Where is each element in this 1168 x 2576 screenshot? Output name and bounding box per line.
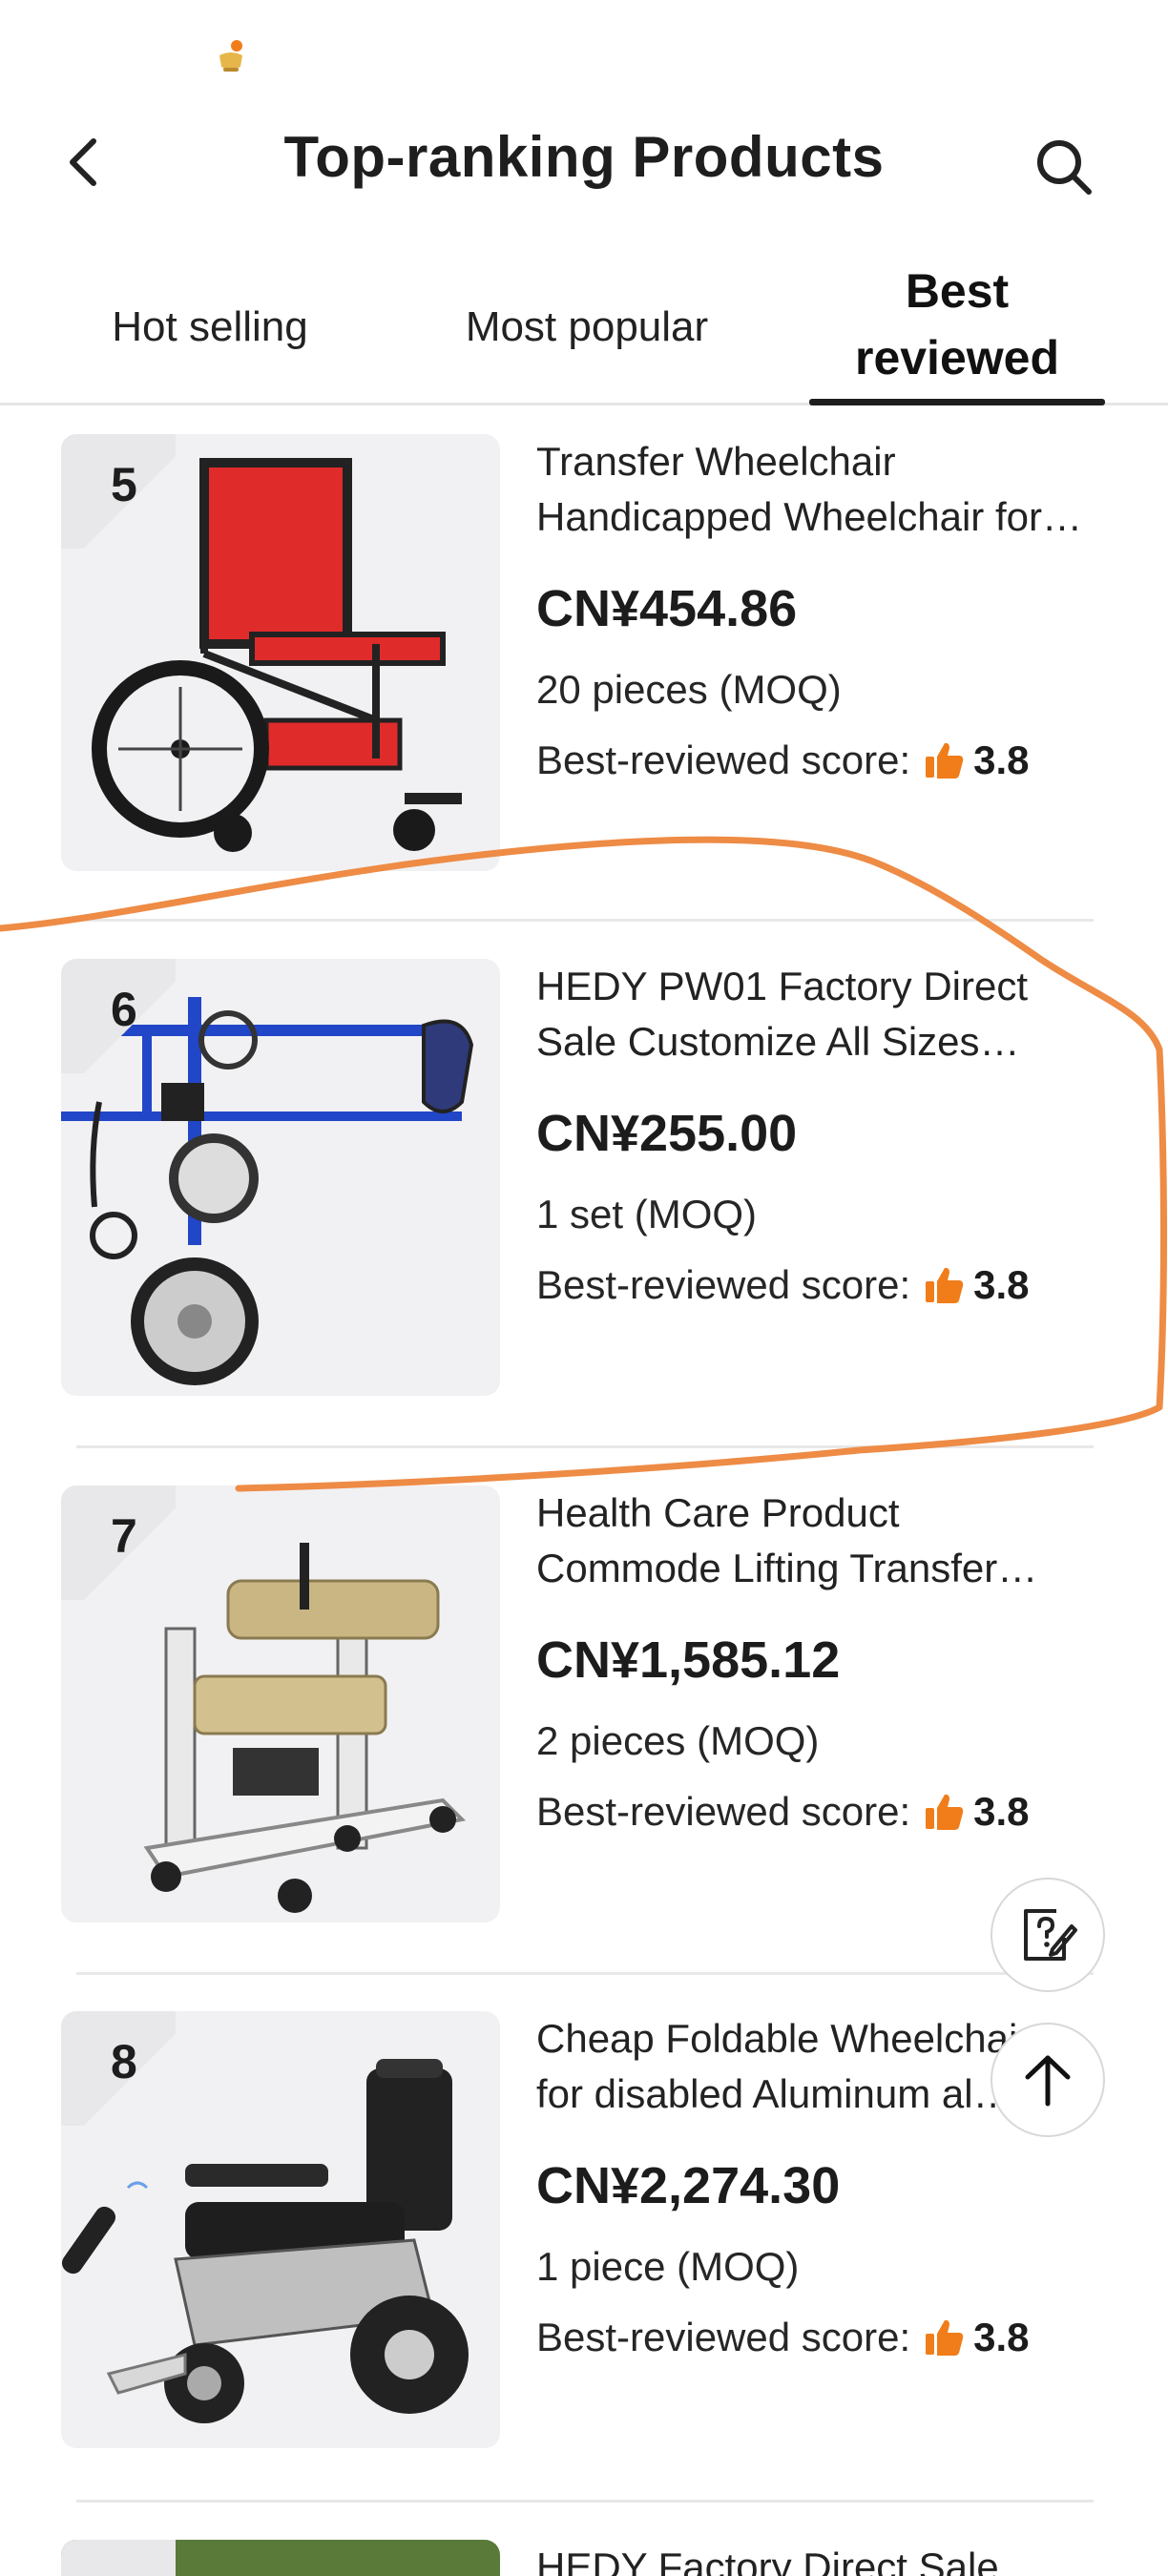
score-value: 3.8 [973,1789,1030,1834]
thumbs-up-icon [926,2319,964,2356]
product-price: CN¥1,585.12 [536,1631,841,1689]
score-value: 3.8 [973,737,1030,782]
divider [76,1972,1094,1975]
thumbs-up-icon [926,742,964,779]
rank-badge: 7 [61,1485,176,1600]
score-label: Best-reviewed score: [536,2315,911,2359]
divider [76,1445,1094,1448]
product-price: CN¥454.86 [536,580,798,637]
product-image [61,2540,500,2576]
rank-badge: 5 [61,434,176,549]
rank-badge: 6 [61,959,176,1073]
tab-best-reviewed[interactable]: Best reviewed [809,258,1105,391]
app-notification-icon [219,40,242,72]
score-value: 3.8 [973,1262,1030,1307]
page-title: Top-ranking Products [283,125,885,189]
tab-best-reviewed-line2: reviewed [854,331,1059,384]
product-info: Health Care Product Commode Lifting Tran… [536,1485,1118,1835]
product-price: CN¥2,274.30 [536,2157,841,2214]
edit-question-icon [1024,1909,1077,1961]
product-moq: 1 set (MOQ) [536,1192,758,1236]
product-info: HEDY PW01 Factory Direct Sale Customize … [536,959,1118,1308]
product-image: 6 [61,959,500,1396]
product-image: 7 [61,1485,500,1922]
product-card[interactable]: HEDY Factory Direct Sale [0,2540,1168,2576]
product-image: 5 [61,434,500,871]
score-label: Best-reviewed score: [536,737,911,782]
back-to-top-button[interactable] [991,2023,1105,2137]
arrow-up-icon [1025,2055,1071,2107]
thumbs-up-icon [926,1267,964,1303]
score-label: Best-reviewed score: [536,1789,911,1834]
divider [76,919,1094,922]
product-image: 8 [61,2011,500,2448]
product-card[interactable]: 5 Transfer Wheelchair Handicapped Wheelc… [0,434,1168,961]
tab-most-popular[interactable]: Most popular [429,303,744,351]
product-name: Health Care Product Commode Lifting Tran… [536,1490,1038,1590]
product-name: Transfer Wheelchair Handicapped Wheelcha… [536,439,1082,539]
product-info: HEDY Factory Direct Sale [536,2540,1118,2576]
rank-badge: 8 [61,2011,176,2126]
review-score: Best-reviewed score: 3.8 [536,1789,1118,1835]
review-score: Best-reviewed score: 3.8 [536,2315,1118,2360]
feedback-button[interactable] [991,1878,1105,1992]
product-price: CN¥255.00 [536,1105,798,1162]
review-score: Best-reviewed score: 3.8 [536,1262,1118,1308]
tab-best-reviewed-line1: Best [905,264,1010,318]
ranking-tabs: Hot selling Most popular Best reviewed [0,248,1168,405]
product-name: HEDY PW01 Factory Direct Sale Customize … [536,964,1029,1064]
tab-hot-selling[interactable]: Hot selling [76,303,344,351]
search-button[interactable] [1031,134,1097,200]
thumbs-up-icon [926,1794,964,1830]
review-score: Best-reviewed score: 3.8 [536,737,1118,783]
product-info: Transfer Wheelchair Handicapped Wheelcha… [536,434,1118,783]
score-label: Best-reviewed score: [536,1262,911,1307]
active-tab-indicator [809,399,1105,405]
product-name: HEDY Factory Direct Sale [536,2545,999,2576]
divider [76,2500,1094,2503]
page: Top-ranking Products Hot selling Most po… [0,0,1168,2576]
product-moq: 1 piece (MOQ) [536,2244,800,2289]
search-icon [1037,140,1092,195]
product-moq: 20 pieces (MOQ) [536,667,842,712]
product-moq: 2 pieces (MOQ) [536,1718,820,1763]
product-card[interactable]: 6 HEDY PW01 Factory Direct Sale Customiz… [0,959,1168,1485]
score-value: 3.8 [973,2315,1030,2359]
